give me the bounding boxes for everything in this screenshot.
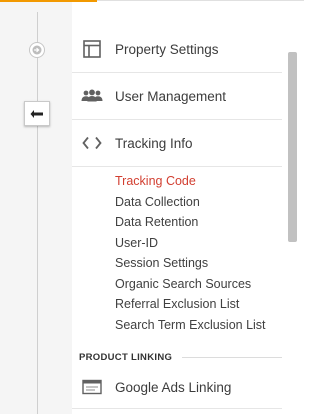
left-rail xyxy=(0,2,72,414)
rail-line xyxy=(37,12,38,414)
scrollbar-thumb[interactable] xyxy=(288,52,297,242)
code-brackets-icon xyxy=(81,132,103,154)
arrow-right-icon xyxy=(32,45,42,55)
subnav-data-collection[interactable]: Data Collection xyxy=(115,194,200,210)
nav-item-tracking-info[interactable]: Tracking Info xyxy=(72,120,282,167)
nav-item-label: User Management xyxy=(115,88,227,104)
subnav-search-term-exclusion-list[interactable]: Search Term Exclusion List xyxy=(115,317,266,333)
ads-panel-icon xyxy=(81,376,103,398)
top-divider xyxy=(97,0,304,1)
nav-item-google-ads-linking[interactable]: Google Ads Linking xyxy=(72,366,282,408)
nav-item-label: Tracking Info xyxy=(115,135,193,151)
subnav-session-settings[interactable]: Session Settings xyxy=(115,255,208,271)
back-button[interactable] xyxy=(24,101,50,126)
people-group-icon xyxy=(81,85,103,107)
subnav-tracking-code[interactable]: Tracking Code xyxy=(115,173,196,189)
section-divider xyxy=(182,357,282,358)
window-layout-icon xyxy=(81,38,103,60)
arrow-right-circle-icon[interactable] xyxy=(29,42,45,58)
subnav-organic-search-sources[interactable]: Organic Search Sources xyxy=(115,276,251,292)
nav-item-label: Property Settings xyxy=(115,41,219,57)
subnav-user-id[interactable]: User-ID xyxy=(115,235,158,251)
nav-item-property-settings[interactable]: Property Settings xyxy=(72,26,282,73)
bottom-divider xyxy=(72,408,282,409)
nav-item-user-management[interactable]: User Management xyxy=(72,73,282,120)
arrow-left-icon xyxy=(30,109,43,118)
nav-item-label: Google Ads Linking xyxy=(115,379,232,395)
subnav-referral-exclusion-list[interactable]: Referral Exclusion List xyxy=(115,296,239,312)
section-heading-product-linking: PRODUCT LINKING xyxy=(79,352,173,363)
subnav-data-retention[interactable]: Data Retention xyxy=(115,214,198,230)
